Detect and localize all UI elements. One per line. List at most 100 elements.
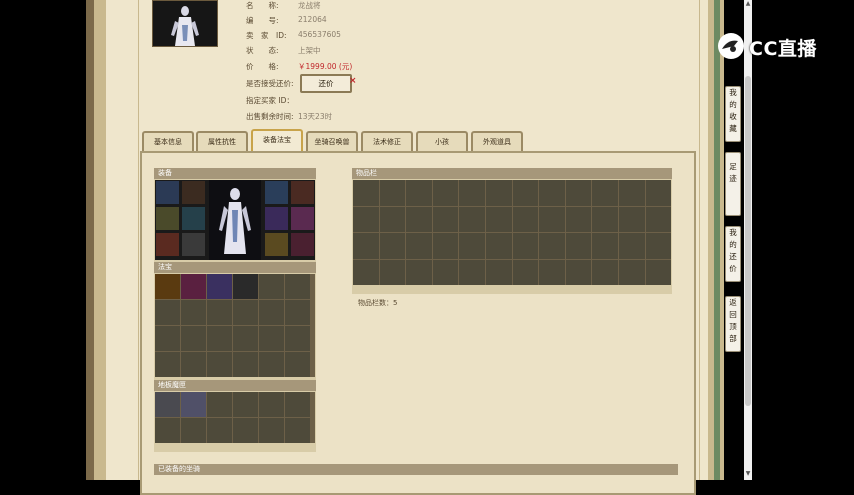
wand-slot[interactable]	[181, 418, 206, 443]
inventory-slot[interactable]	[618, 233, 645, 259]
treasure-slot[interactable]	[207, 274, 232, 299]
inventory-slot[interactable]	[379, 180, 406, 206]
inventory-slot[interactable]	[618, 206, 645, 232]
footprint-button[interactable]: 足迹	[725, 152, 741, 216]
inventory-slot[interactable]	[485, 180, 512, 206]
close-icon[interactable]: ×	[349, 76, 357, 86]
inventory-slot[interactable]	[353, 206, 379, 232]
favorites-button[interactable]: 我的收藏	[725, 86, 741, 142]
treasure-slot[interactable]	[285, 352, 310, 377]
treasure-slot[interactable]	[181, 274, 206, 299]
treasure-slot[interactable]	[207, 352, 232, 377]
inventory-slot[interactable]	[379, 206, 406, 232]
inventory-slot[interactable]	[485, 233, 512, 259]
inventory-slot[interactable]	[539, 259, 565, 285]
back-to-top-button[interactable]: 返回顶部	[725, 296, 741, 352]
treasure-slot[interactable]	[181, 326, 206, 351]
inventory-slot[interactable]	[512, 180, 539, 206]
tab-mounts[interactable]: 坐骑召唤兽	[306, 131, 358, 151]
inventory-slot[interactable]	[432, 259, 459, 285]
inventory-slot[interactable]	[485, 259, 512, 285]
inventory-slot[interactable]	[512, 233, 539, 259]
wand-slot[interactable]	[207, 418, 232, 443]
wand-slot[interactable]	[155, 392, 180, 417]
equipment-slot[interactable]	[265, 207, 288, 230]
inventory-slot[interactable]	[645, 206, 672, 232]
wand-slot[interactable]	[233, 418, 258, 443]
treasure-slot[interactable]	[207, 326, 232, 351]
inventory-slot[interactable]	[353, 233, 379, 259]
inventory-slot[interactable]	[565, 233, 592, 259]
tab-attributes[interactable]: 属性抗性	[196, 131, 248, 151]
inventory-slot[interactable]	[645, 233, 672, 259]
inventory-slot[interactable]	[432, 180, 459, 206]
equipment-slot[interactable]	[265, 233, 288, 256]
equipment-slot[interactable]	[156, 207, 179, 230]
inventory-slot[interactable]	[485, 206, 512, 232]
inventory-slot[interactable]	[379, 259, 406, 285]
equipment-slot[interactable]	[182, 181, 205, 204]
inventory-slot[interactable]	[406, 259, 432, 285]
inventory-slot[interactable]	[406, 206, 432, 232]
inventory-slot[interactable]	[459, 233, 485, 259]
equipment-slot[interactable]	[291, 181, 314, 204]
treasure-slot[interactable]	[259, 326, 284, 351]
wand-slot[interactable]	[233, 392, 258, 417]
inventory-slot[interactable]	[512, 259, 539, 285]
inventory-slot[interactable]	[565, 206, 592, 232]
inventory-slot[interactable]	[618, 180, 645, 206]
treasure-slot[interactable]	[233, 274, 258, 299]
tab-children[interactable]: 小孩	[416, 131, 468, 151]
scrollbar-thumb[interactable]	[745, 76, 751, 406]
tab-equipment[interactable]: 装备法宝	[251, 129, 303, 151]
inventory-slot[interactable]	[459, 259, 485, 285]
inventory-slot[interactable]	[539, 206, 565, 232]
treasure-slot[interactable]	[181, 352, 206, 377]
tab-basic-info[interactable]: 基本信息	[142, 131, 194, 151]
inventory-slot[interactable]	[353, 180, 379, 206]
treasure-slot[interactable]	[233, 352, 258, 377]
inventory-slot[interactable]	[565, 259, 592, 285]
wand-slot[interactable]	[285, 392, 310, 417]
treasure-slot[interactable]	[259, 300, 284, 325]
inventory-slot[interactable]	[645, 180, 672, 206]
wand-slot[interactable]	[285, 418, 310, 443]
inventory-slot[interactable]	[592, 206, 618, 232]
inventory-slot[interactable]	[406, 233, 432, 259]
treasure-slot[interactable]	[155, 300, 180, 325]
inventory-slot[interactable]	[353, 259, 379, 285]
wand-slot[interactable]	[155, 418, 180, 443]
equipment-slot[interactable]	[291, 207, 314, 230]
inventory-slot[interactable]	[592, 180, 618, 206]
inventory-slot[interactable]	[592, 259, 618, 285]
inventory-slot[interactable]	[539, 233, 565, 259]
treasure-slot[interactable]	[285, 326, 310, 351]
wand-slot[interactable]	[207, 392, 232, 417]
equipment-slot[interactable]	[182, 207, 205, 230]
inventory-slot[interactable]	[379, 233, 406, 259]
inventory-slot[interactable]	[432, 206, 459, 232]
inventory-slot[interactable]	[645, 259, 672, 285]
inventory-slot[interactable]	[565, 180, 592, 206]
treasure-slot[interactable]	[155, 326, 180, 351]
treasure-slot[interactable]	[155, 274, 180, 299]
inventory-slot[interactable]	[539, 180, 565, 206]
inventory-slot[interactable]	[618, 259, 645, 285]
wand-slot[interactable]	[259, 392, 284, 417]
equipment-slot[interactable]	[265, 181, 288, 204]
equipment-slot[interactable]	[182, 233, 205, 256]
treasure-slot[interactable]	[233, 300, 258, 325]
inventory-slot[interactable]	[459, 206, 485, 232]
treasure-slot[interactable]	[155, 352, 180, 377]
inventory-slot[interactable]	[406, 180, 432, 206]
treasure-slot[interactable]	[259, 274, 284, 299]
treasure-slot[interactable]	[259, 352, 284, 377]
wand-slot[interactable]	[259, 418, 284, 443]
inventory-slot[interactable]	[592, 233, 618, 259]
treasure-slot[interactable]	[285, 300, 310, 325]
wand-slot[interactable]	[181, 392, 206, 417]
treasure-slot[interactable]	[285, 274, 310, 299]
my-bids-button[interactable]: 我的还价	[725, 226, 741, 282]
scroll-up-icon[interactable]: ▲	[744, 0, 752, 8]
inventory-slot[interactable]	[432, 233, 459, 259]
